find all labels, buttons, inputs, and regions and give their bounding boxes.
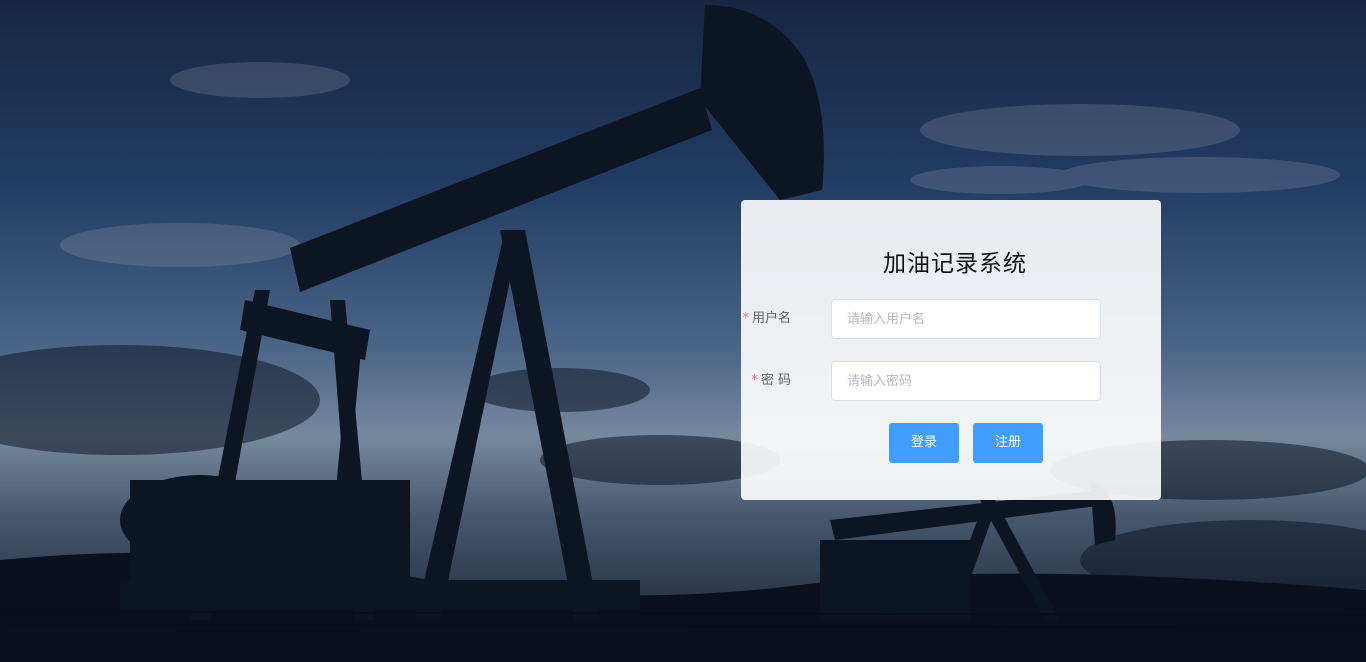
login-card: 加油记录系统 *用户名 *密 码 登录 注册	[741, 200, 1161, 500]
username-row: * 用户名	[741, 299, 1161, 339]
oil-pumpjack-scene	[0, 0, 1366, 662]
required-mark: *	[742, 311, 749, 326]
required-mark: *	[751, 373, 758, 388]
password-label: 密 码	[760, 373, 791, 388]
password-label-wrapper: * 密 码	[711, 361, 791, 401]
page-title: 加油记录系统	[883, 251, 1027, 277]
username-label-wrapper: * 用户名	[711, 299, 791, 339]
register-button[interactable]: 注册	[973, 423, 1043, 463]
background-image	[0, 0, 1366, 662]
username-input[interactable]	[831, 299, 1101, 339]
password-row: * 密 码	[741, 361, 1161, 401]
password-input[interactable]	[831, 361, 1101, 401]
login-button[interactable]: 登录	[889, 423, 959, 463]
username-label: 用户名	[751, 311, 791, 326]
